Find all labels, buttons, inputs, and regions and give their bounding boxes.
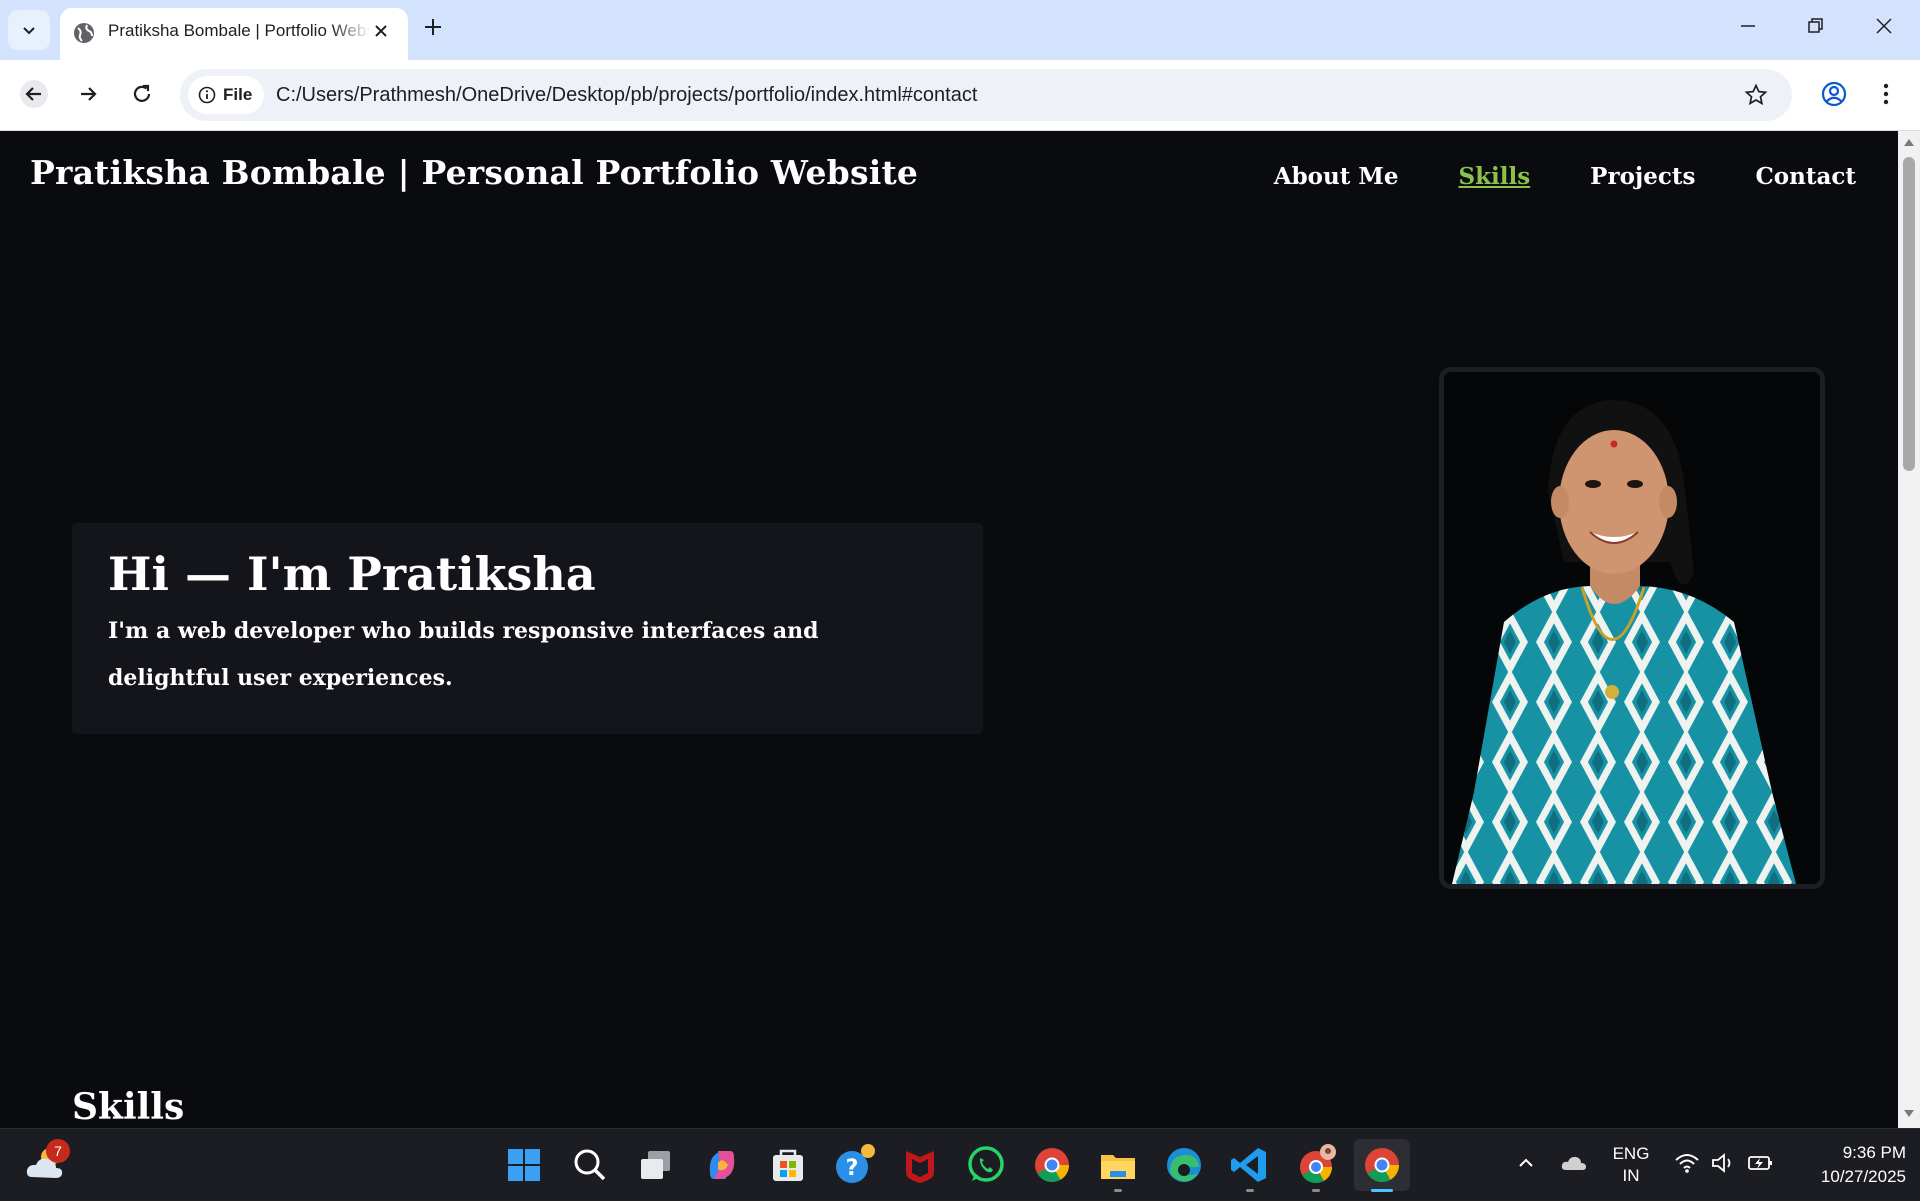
scrollbar-thumb[interactable] — [1903, 157, 1915, 471]
tab-search-button[interactable] — [8, 10, 50, 50]
hero-subheading: I'm a web developer who builds responsiv… — [108, 617, 819, 691]
search-icon[interactable] — [568, 1143, 612, 1187]
back-icon[interactable] — [20, 80, 48, 108]
url-text[interactable]: C:/Users/Prathmesh/OneDrive/Desktop/pb/p… — [276, 69, 977, 121]
running-indicator — [1246, 1189, 1254, 1192]
wifi-icon[interactable] — [1674, 1151, 1700, 1175]
nav-link-contact[interactable]: Contact — [1755, 163, 1856, 190]
help-icon[interactable]: ? — [832, 1143, 876, 1187]
language-code: ENG — [1612, 1144, 1650, 1163]
globe-icon — [74, 23, 94, 43]
vscode-icon[interactable] — [1228, 1143, 1272, 1187]
site-title[interactable]: Pratiksha Bombale | Personal Portfolio W… — [30, 153, 918, 192]
site-nav: About Me Skills Projects Contact — [1214, 163, 1856, 190]
copilot-icon[interactable] — [700, 1143, 744, 1187]
edge-icon[interactable] — [1162, 1143, 1206, 1187]
weather-badge: 7 — [46, 1139, 70, 1163]
nav-link-skills[interactable]: Skills — [1458, 163, 1530, 190]
file-explorer-icon[interactable] — [1096, 1143, 1140, 1187]
chevron-up-icon[interactable] — [1516, 1151, 1536, 1175]
volume-icon[interactable] — [1710, 1151, 1736, 1175]
start-icon[interactable] — [502, 1143, 546, 1187]
svg-text:?: ? — [846, 1156, 859, 1181]
chevron-down-icon — [23, 27, 35, 35]
nav-link-projects[interactable]: Projects — [1590, 163, 1695, 190]
hero-heading: Hi — I'm Pratiksha — [108, 547, 596, 601]
profile-photo — [1439, 367, 1825, 889]
nav-link-about-me[interactable]: About Me — [1274, 163, 1399, 190]
section-title-skills: Skills — [72, 1086, 185, 1128]
task-view-icon[interactable] — [634, 1143, 678, 1187]
whatsapp-icon[interactable] — [964, 1143, 1008, 1187]
bookmark-star-icon[interactable] — [1744, 83, 1768, 107]
chrome-active-icon[interactable] — [1360, 1143, 1404, 1187]
menu-kebab-icon[interactable] — [1876, 80, 1896, 108]
chip-label: File — [223, 85, 253, 104]
tab-strip: Pratiksha Bombale | Portfolio Website — [0, 0, 1920, 60]
language-indicator[interactable]: ENG IN — [1606, 1143, 1656, 1187]
browser-toolbar: File C:/Users/Prathmesh/OneDrive/Desktop… — [0, 60, 1920, 131]
region-code: IN — [1622, 1166, 1640, 1185]
close-tab-icon[interactable] — [372, 22, 390, 40]
windows-taskbar: 7 ? ENG IN 9:36 PM 10/27/2025 — [0, 1128, 1920, 1201]
active-indicator — [1371, 1189, 1393, 1192]
page-scrollbar[interactable] — [1898, 131, 1920, 1128]
page-viewport: Pratiksha Bombale | Personal Portfolio W… — [0, 131, 1898, 1128]
store-icon[interactable] — [766, 1143, 810, 1187]
active-tab[interactable]: Pratiksha Bombale | Portfolio Website — [60, 8, 408, 60]
running-indicator — [1114, 1189, 1122, 1192]
mcafee-icon[interactable] — [898, 1143, 942, 1187]
close-window-icon[interactable] — [1874, 16, 1894, 36]
address-bar[interactable]: File C:/Users/Prathmesh/OneDrive/Desktop… — [180, 69, 1792, 121]
info-icon — [198, 86, 216, 104]
clock-time: 9:36 PM — [1842, 1143, 1906, 1162]
onedrive-icon[interactable] — [1560, 1151, 1588, 1175]
clock-date: 10/27/2025 — [1820, 1167, 1906, 1186]
new-tab-icon[interactable] — [422, 16, 444, 38]
running-indicator — [1312, 1189, 1320, 1192]
system-clock[interactable]: 9:36 PM 10/27/2025 — [1786, 1141, 1906, 1189]
chrome-icon[interactable] — [1030, 1143, 1074, 1187]
scroll-up-icon[interactable] — [1903, 137, 1915, 147]
battery-charging-icon[interactable] — [1746, 1151, 1774, 1175]
tab-title: Pratiksha Bombale | Portfolio Website — [108, 21, 370, 40]
profile-icon[interactable] — [1820, 80, 1848, 108]
hero-card: Hi — I'm Pratiksha I'm a web developer w… — [72, 523, 983, 734]
scroll-down-icon[interactable] — [1903, 1109, 1915, 1119]
restore-icon[interactable] — [1806, 16, 1826, 36]
reload-icon[interactable] — [128, 80, 156, 108]
person-portrait-image — [1444, 372, 1820, 884]
forward-icon[interactable] — [74, 80, 102, 108]
chrome-profile-icon[interactable] — [1294, 1143, 1338, 1187]
minimize-icon[interactable] — [1738, 16, 1758, 36]
